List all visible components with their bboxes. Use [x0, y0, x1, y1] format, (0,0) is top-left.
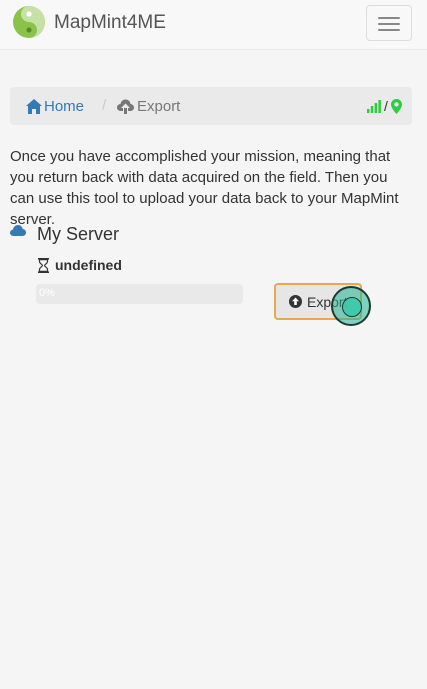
signal-icon — [367, 99, 381, 113]
map-marker-icon — [390, 98, 402, 114]
intro-text: Once you have accomplished your mission,… — [10, 148, 399, 228]
connection-status: / — [367, 96, 402, 116]
hourglass-icon — [38, 257, 49, 273]
hamburger-icon-bar — [378, 29, 400, 31]
server-status: undefined — [38, 256, 122, 274]
breadcrumb-home-label: Home — [44, 97, 85, 115]
hamburger-icon-bar — [378, 23, 400, 25]
server-title: My Server — [37, 224, 120, 244]
cloud-upload-icon — [117, 99, 134, 114]
breadcrumb-separator: / — [102, 97, 107, 114]
server-status-text: undefined — [55, 257, 122, 273]
breadcrumb-home-link[interactable]: Home — [26, 97, 84, 115]
breadcrumb-current: Export — [117, 97, 180, 115]
brand-name[interactable]: MapMint4ME — [54, 11, 166, 35]
upload-progress-label: 0% — [39, 287, 55, 299]
status-separator: / — [384, 98, 388, 114]
hamburger-icon — [378, 17, 400, 19]
navbar: MapMint4ME — [0, 0, 427, 50]
upload-circle-icon — [289, 295, 302, 308]
menu-toggle-button[interactable] — [366, 5, 412, 41]
breadcrumb-current-label: Export — [137, 97, 181, 115]
cloud-icon — [10, 225, 26, 236]
mapmint-logo-icon[interactable] — [12, 5, 46, 39]
breadcrumb: Home / Export / — [10, 87, 412, 125]
touch-indicator — [331, 286, 371, 326]
upload-progress-bar: 0% — [36, 284, 243, 304]
home-icon — [26, 98, 42, 114]
